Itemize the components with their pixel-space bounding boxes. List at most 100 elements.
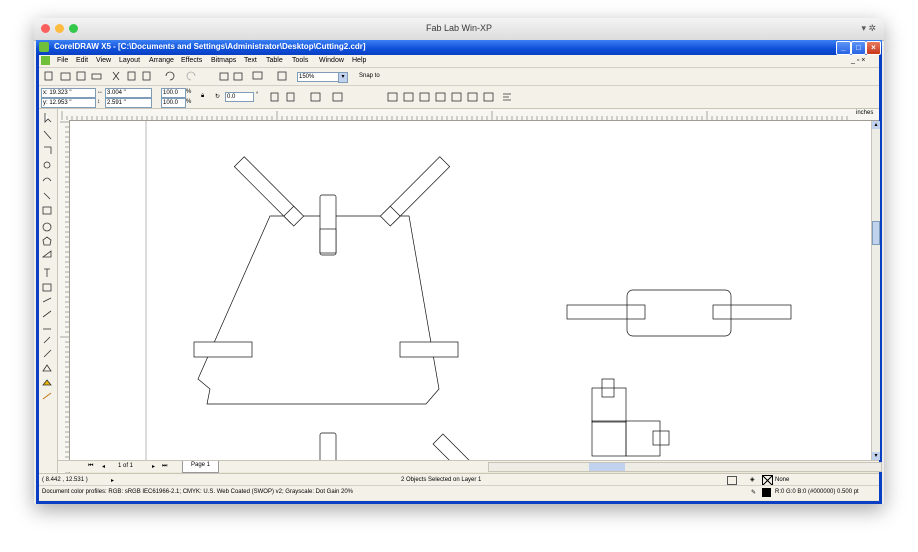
menu-file[interactable]: File [57,57,68,64]
dimension-tool-icon [42,297,52,303]
square-upper [591,387,627,423]
mac-window-title: Fab Lab Win-XP [425,23,493,33]
fill-value: None [775,477,790,483]
pick-tool-icon [44,113,52,123]
mac-menu-icon[interactable]: ▾ ✲ [861,23,876,34]
vertical-ruler-ticks [60,121,69,473]
horizontal-ruler[interactable]: inches [58,109,879,121]
page-count: 1 of 1 [118,463,134,469]
zoom-dropdown-chevron-icon[interactable]: ▾ [338,72,348,83]
freehand-tool-icon [42,177,52,182]
scroll-down-icon[interactable]: ▾ [872,452,880,460]
scroll-thumb[interactable] [872,221,880,245]
xp-title-bar: CorelDRAW X5 - [C:\Documents and Setting… [36,40,882,55]
text-tool-icon [44,268,50,277]
tab-top-middle-inner [319,228,337,254]
menu-window[interactable]: Window [319,57,344,64]
print-icon [91,73,102,80]
back-minus-front-icon [467,92,478,102]
property-bar: x: 19.323 " y: 12.953 " ↔ ↕ 3.004 " 2.59… [39,86,879,109]
new-icon [44,71,53,81]
menu-view[interactable]: View [96,57,111,64]
transparency-tool-icon [43,336,51,344]
eyedropper-tool-icon [43,349,52,358]
outline-color-swatch [762,488,771,497]
toolbox [39,109,58,473]
menu-bar: File Edit View Layout Arrange Effects Bi… [39,55,879,68]
horizontal-ruler-ticks [61,111,848,120]
doc-icon [41,56,50,65]
mdi-controls[interactable]: _ ▫ × [851,57,865,64]
ruler-units: inches [856,110,874,116]
menu-effects[interactable]: Effects [181,57,202,64]
slot-top-right [379,156,451,227]
minimize-button[interactable]: _ [836,41,851,55]
smart-fill-icon [43,192,51,200]
save-icon [76,71,86,81]
toolbar-icons [44,71,287,81]
table-tool-icon [42,283,52,292]
expand-status-icon[interactable]: ▸ [111,477,114,484]
horizontal-scrollbar[interactable] [488,462,882,472]
simplify-icon [435,92,446,102]
vertical-ruler[interactable] [58,120,70,473]
group-icon [310,92,321,102]
menu-help[interactable]: Help [352,57,366,64]
polygon-tool-icon [42,236,52,246]
menu-tools[interactable]: Tools [292,57,308,64]
page-next-icon[interactable]: ▸ [152,463,155,470]
tab-right [399,341,459,358]
drawing-canvas[interactable] [70,121,871,460]
mirror-v-icon [286,92,295,102]
front-minus-back-icon [451,92,462,102]
mac-window: Fab Lab Win-XP ▾ ✲ CorelDRAW X5 - [C:\Do… [34,18,884,504]
box-medium [626,289,732,337]
selection-info: 2 Objects Selected on Layer 1 [401,477,482,483]
cutting-shapes [193,156,792,460]
menu-table[interactable]: Table [266,57,283,64]
welcome-icon [277,71,287,81]
property-icons [270,92,511,102]
outline-tool-icon [42,364,52,372]
page-navigator: ⏮ ◂ 1 of 1 ▸ ⏭ Page 1 [58,460,882,473]
menu-edit[interactable]: Edit [76,57,88,64]
page-first-icon[interactable]: ⏮ [88,463,93,470]
fill-icon[interactable]: ◈ [750,476,755,483]
fill-tool-icon [42,379,52,386]
outline-pen-icon[interactable]: ✎ [751,489,756,496]
snap-to-menu[interactable]: Snap to [359,73,380,79]
menu-bitmaps[interactable]: Bitmaps [211,57,236,64]
maximize-button[interactable]: □ [851,41,866,55]
square-side-small [652,430,670,446]
ungroup-icon [332,92,343,102]
app-client: File Edit View Layout Arrange Effects Bi… [39,55,882,501]
align-icon [503,93,511,101]
weld-icon [387,92,398,102]
launch-icon [252,71,263,80]
hscroll-thumb[interactable] [589,463,625,471]
menu-layout[interactable]: Layout [119,57,140,64]
page-prev-icon[interactable]: ◂ [102,463,105,470]
frame-outline [197,215,440,405]
crop-tool-icon [44,146,52,154]
menu-text[interactable]: Text [244,57,257,64]
outline-value: R:0 G:0 B:0 (#000000) 0.500 pt [775,489,859,495]
close-button[interactable]: × [866,41,881,55]
vertical-scrollbar[interactable]: ▴ ▾ [871,121,880,460]
import-icon [219,72,229,81]
rectangle-tool-icon [42,206,52,215]
open-icon [60,72,71,81]
redo-icon [186,71,196,81]
slot-top-left [233,156,305,227]
page-last-icon[interactable]: ⏭ [162,463,167,470]
mirror-h-icon [270,92,279,102]
color-profiles[interactable]: Document color profiles: RGB: sRGB IEC61… [42,489,353,495]
connector-tool-icon [42,310,52,318]
tab-bottom-middle [319,432,337,460]
page-tab[interactable]: Page 1 [182,461,220,473]
basic-shapes-icon [41,250,52,258]
menu-arrange[interactable]: Arrange [149,57,174,64]
scroll-up-icon[interactable]: ▴ [872,121,880,129]
status-bar-bottom: Document color profiles: RGB: sRGB IEC61… [39,485,879,500]
copy-icon [127,71,136,81]
